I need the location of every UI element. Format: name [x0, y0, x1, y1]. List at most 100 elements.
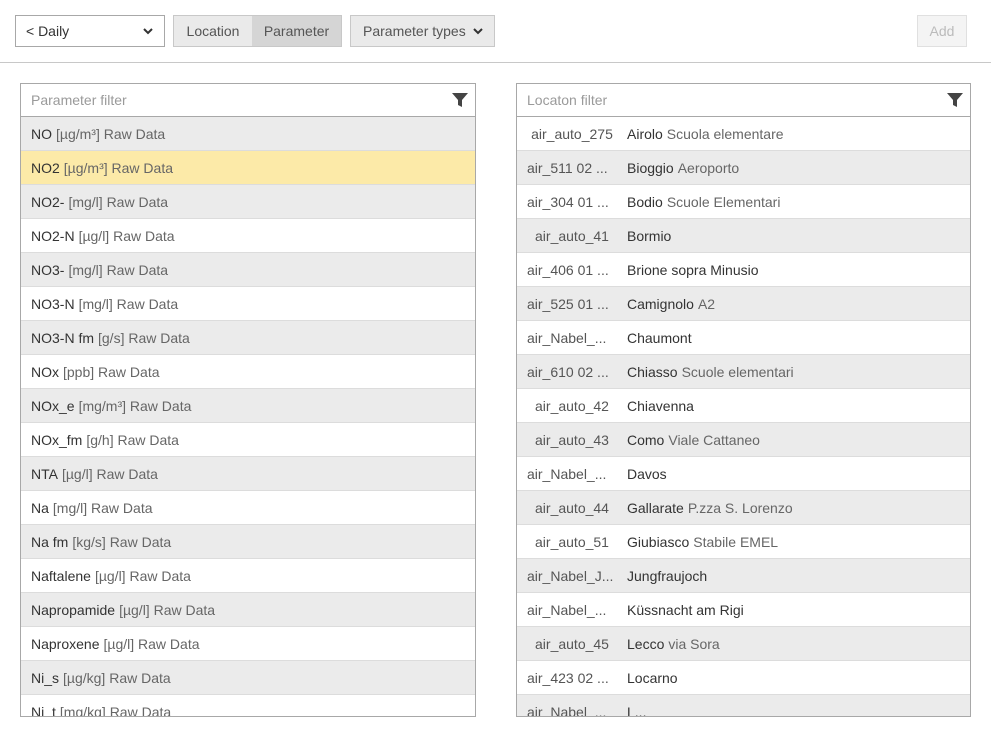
location-filter-input[interactable] — [517, 84, 970, 116]
parameter-types-dropdown[interactable]: Parameter types — [350, 15, 495, 47]
location-name: L... — [627, 703, 647, 717]
view-toggle: Location Parameter — [173, 15, 342, 47]
location-id: air_Nabel_... — [527, 329, 607, 346]
list-item[interactable]: Ni_s [µg/kg] Raw Data — [21, 661, 475, 695]
location-sub: P.zza S. Lorenzo — [687, 499, 793, 516]
location-id: air_304 01 ... — [527, 193, 609, 210]
list-item[interactable]: Naproxene [µg/l] Raw Data — [21, 627, 475, 661]
parameter-desc: [mg/kg] Raw Data — [59, 703, 172, 717]
period-select[interactable]: < Daily — [15, 15, 165, 47]
location-id: air_auto_44 — [535, 499, 609, 516]
location-id: air_406 01 ... — [527, 261, 609, 278]
parameter-name: Na — [31, 499, 49, 516]
tab-location[interactable]: Location — [174, 16, 252, 46]
location-id: air_auto_42 — [535, 397, 609, 414]
chevron-down-icon — [473, 28, 483, 35]
funnel-icon[interactable] — [946, 91, 964, 109]
list-item[interactable]: air_auto_44 Gallarate P.zza S. Lorenzo — [517, 491, 970, 525]
parameter-name: NOx_fm — [31, 431, 83, 448]
parameter-panel: NO[µg/m³] Raw Data NO2[µg/m³] Raw Data N… — [20, 83, 476, 717]
list-item[interactable]: NOx [ppb] Raw Data — [21, 355, 475, 389]
list-item[interactable]: air_423 02 ... Locarno — [517, 661, 970, 695]
parameter-name: NTA — [31, 465, 58, 482]
list-item[interactable]: air_auto_41 Bormio — [517, 219, 970, 253]
parameter-desc: [g/s] Raw Data — [98, 329, 190, 346]
location-name: Como — [627, 431, 665, 448]
parameter-name: NO2- — [31, 193, 65, 210]
location-name: Airolo — [627, 125, 663, 142]
list-item[interactable]: Naftalene [µg/l] Raw Data — [21, 559, 475, 593]
location-sub: Viale Cattaneo — [668, 431, 760, 448]
funnel-icon[interactable] — [451, 91, 469, 109]
list-item[interactable]: NOx_fm [g/h] Raw Data — [21, 423, 475, 457]
location-id: air_511 02 ... — [527, 159, 608, 176]
list-item[interactable]: air_auto_275 Airolo Scuola elementare — [517, 117, 970, 151]
parameter-name: Napropamide — [31, 601, 116, 618]
list-item[interactable]: air_511 02 ... Bioggio Aeroporto — [517, 151, 970, 185]
location-sub: Stabile EMEL — [693, 533, 779, 550]
location-filter — [517, 84, 970, 117]
parameter-desc: [mg/l] Raw Data — [68, 261, 169, 278]
parameter-desc: [µg/m³] Raw Data — [63, 159, 174, 176]
location-id: air_525 01 ... — [527, 295, 609, 312]
list-item[interactable]: Ni_t [mg/kg] Raw Data — [21, 695, 475, 717]
list-item[interactable]: air_auto_45 Lecco via Sora — [517, 627, 970, 661]
location-name: Chiasso — [627, 363, 678, 380]
parameter-name: Ni_s — [31, 669, 60, 686]
list-item[interactable]: NO2-N [µg/l] Raw Data — [21, 219, 475, 253]
parameter-desc: [µg/l] Raw Data — [94, 567, 191, 584]
parameter-desc: [mg/l] Raw Data — [78, 295, 179, 312]
add-button[interactable]: Add — [917, 15, 967, 47]
location-name: Bodio — [627, 193, 663, 210]
location-name: Brione sopra Minusio — [627, 261, 759, 278]
list-item[interactable]: Na fm [kg/s] Raw Data — [21, 525, 475, 559]
list-item[interactable]: air_auto_43 Como Viale Cattaneo — [517, 423, 970, 457]
location-name: Chaumont — [627, 329, 692, 346]
location-sub: A2 — [697, 295, 716, 312]
list-item[interactable]: air_Nabel_... Davos — [517, 457, 970, 491]
location-id: air_auto_41 — [535, 227, 609, 244]
location-name: Lecco — [627, 635, 665, 652]
list-item[interactable]: NO3-N fm [g/s] Raw Data — [21, 321, 475, 355]
parameter-desc: [µg/l] Raw Data — [103, 635, 200, 652]
list-item[interactable]: air_Nabel_J... Jungfraujoch — [517, 559, 970, 593]
location-id: air_Nabel_... — [527, 465, 607, 482]
parameter-desc: [mg/m³] Raw Data — [78, 397, 192, 414]
list-item[interactable]: air_Nabel_... Chaumont — [517, 321, 970, 355]
list-item[interactable]: NOx_e [mg/m³] Raw Data — [21, 389, 475, 423]
list-item[interactable]: air_Nabel_... Küssnacht am Rigi — [517, 593, 970, 627]
toolbar: < Daily Location Parameter Parameter typ… — [0, 0, 991, 63]
tab-parameter[interactable]: Parameter — [252, 16, 341, 46]
list-item[interactable]: Napropamide [µg/l] Raw Data — [21, 593, 475, 627]
tab-parameter-label: Parameter — [263, 23, 330, 39]
list-item[interactable]: NTA [µg/l] Raw Data — [21, 457, 475, 491]
list-item[interactable]: air_304 01 ... Bodio Scuole Elementari — [517, 185, 970, 219]
list-item[interactable]: air_525 01 ... Camignolo A2 — [517, 287, 970, 321]
list-item[interactable]: NO [µg/m³] Raw Data — [21, 117, 475, 151]
parameter-list: NO [µg/m³] Raw Data NO2 [µg/m³] Raw Data N… — [21, 117, 475, 717]
location-name: Küssnacht am Rigi — [627, 601, 744, 618]
list-item[interactable]: Na [mg/l] Raw Data — [21, 491, 475, 525]
parameter-filter-input[interactable] — [21, 84, 475, 116]
list-item[interactable]: NO3- [mg/l] Raw Data — [21, 253, 475, 287]
location-sub: Scuole elementari — [681, 363, 794, 380]
parameter-name: Naftalene — [31, 567, 91, 584]
location-name: Giubiasco — [627, 533, 690, 550]
parameter-name: NO3-N fm — [31, 329, 94, 346]
list-item[interactable]: NO2- [mg/l] Raw Data — [21, 185, 475, 219]
location-id: air_610 02 ... — [527, 363, 609, 380]
list-item[interactable]: air_auto_42 Chiavenna — [517, 389, 970, 423]
list-item[interactable]: air_Nabel_... L... — [517, 695, 970, 717]
location-id: air_auto_51 — [535, 533, 609, 550]
list-item[interactable]: air_610 02 ... Chiasso Scuole elementari — [517, 355, 970, 389]
list-item-selected[interactable]: NO2 [µg/m³] Raw Data — [21, 151, 475, 185]
list-item[interactable]: air_406 01 ... Brione sopra Minusio — [517, 253, 970, 287]
parameter-name: NO3-N — [31, 295, 75, 312]
location-id: air_auto_45 — [535, 635, 609, 652]
location-name: Bormio — [627, 227, 672, 244]
location-name: Chiavenna — [627, 397, 694, 414]
list-item[interactable]: NO3-N [mg/l] Raw Data — [21, 287, 475, 321]
list-item[interactable]: air_auto_51 Giubiasco Stabile EMEL — [517, 525, 970, 559]
parameter-filter — [21, 84, 475, 117]
location-id: air_Nabel_J... — [527, 567, 614, 584]
